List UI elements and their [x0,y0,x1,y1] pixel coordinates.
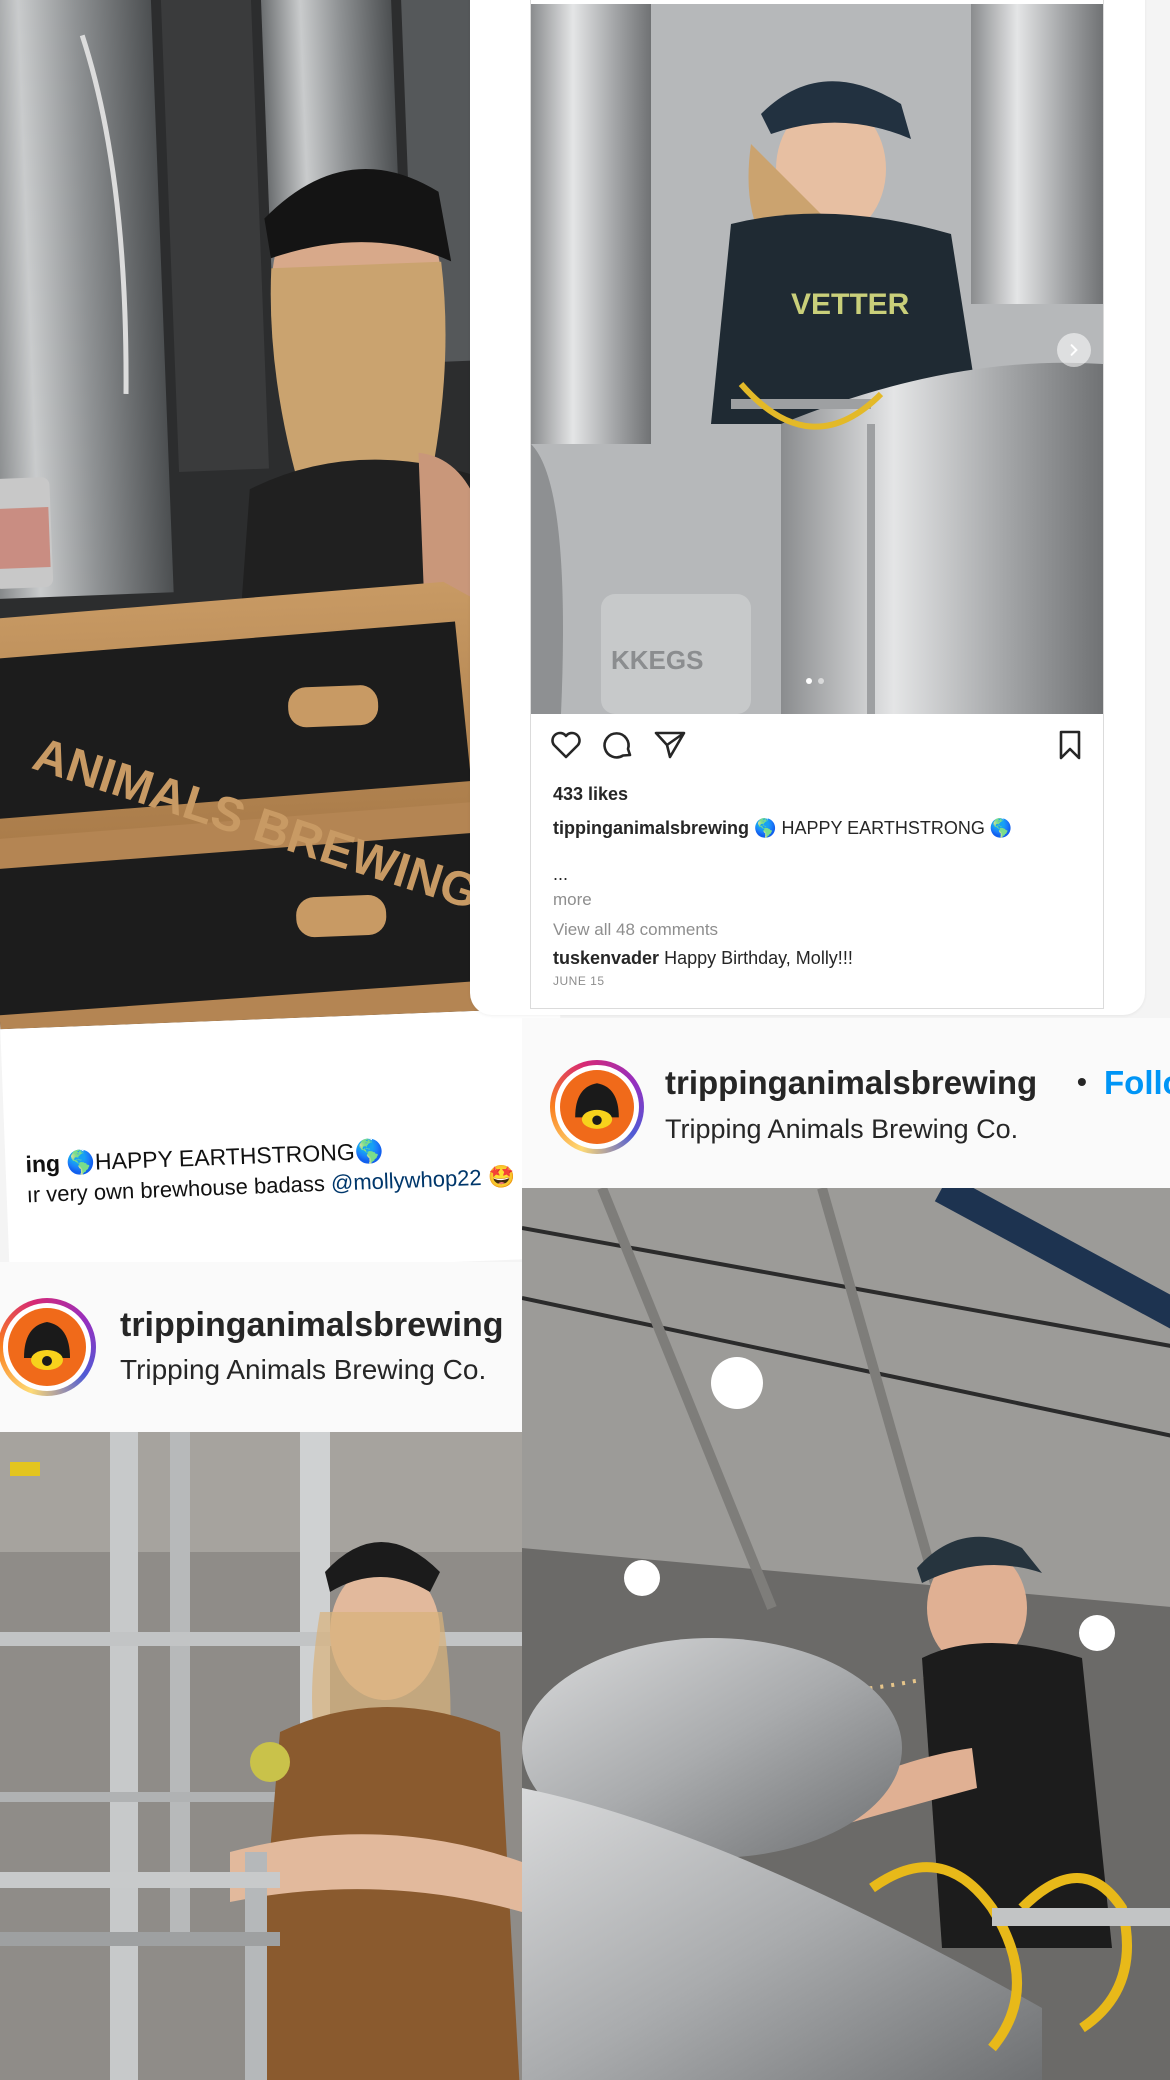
brewer-tanks-illustration: VETTER KKEGS [531,4,1103,714]
carousel-dot [818,678,824,684]
brewer-boxes-illustration: ANIMALS BREWING [0,0,510,1030]
like-count[interactable]: 433 likes [553,784,628,805]
svg-text:KKEGS: KKEGS [611,645,703,675]
post-header-right: trippinganimalsbrewing • Follow Tripping… [522,1018,1170,1188]
follow-button[interactable]: Follow [1104,1064,1170,1102]
heart-icon [551,731,581,759]
share-button[interactable] [653,728,687,762]
post-caption: tippinganimalsbrewing 🌎 HAPPY EARTHSTRON… [553,818,1012,839]
svg-text:VETTER: VETTER [791,288,910,321]
avatar [560,1070,634,1144]
carousel-next-button[interactable] [1057,333,1091,367]
post-photo-brewer-kettle[interactable] [522,1188,1170,2080]
caption-more-link[interactable]: more [553,890,592,910]
header-username[interactable]: trippinganimalsbrewing [120,1306,503,1345]
caption-emoji: 🤩 [487,1163,516,1190]
send-icon [654,731,686,759]
post-header-left: trippinganimalsbrewing Tripping Animals … [0,1262,528,1432]
comment-button[interactable] [601,728,635,762]
post-photo-brewer-overalls[interactable] [0,1432,522,2080]
post-action-bar [549,728,1089,764]
tripping-animals-logo-icon [575,1083,619,1129]
carousel-dots [806,678,824,684]
comment-text: Happy Birthday, Molly!!! [664,948,853,968]
avatar [8,1308,86,1386]
view-all-comments-link[interactable]: View all 48 comments [553,920,718,940]
avatar-border [555,1065,639,1149]
right-post-card: VETTER KKEGS 433 likes tippinganimalsbre… [470,0,1145,1015]
caption-username[interactable]: ing [25,1150,60,1177]
left-post-caption: ing 🌎HAPPY EARTHSTRONG🌎 ır very own brew… [25,1127,587,1211]
caption-ellipsis: ... [553,864,569,884]
chevron-right-icon [1070,344,1078,356]
caption-username[interactable]: tippinganimalsbrewing [553,818,749,838]
tripping-animals-logo-icon [24,1322,70,1370]
bookmark-icon [1059,730,1081,760]
header-username[interactable]: trippinganimalsbrewing [665,1064,1037,1102]
carousel-dot-active [806,678,812,684]
header-fullname: Tripping Animals Brewing Co. [665,1114,1019,1144]
caption-mention-link[interactable]: @mollywhop22 [330,1165,482,1196]
post-photo-brewer-tanks[interactable]: VETTER KKEGS [531,4,1103,714]
header-separator: • [1077,1066,1087,1097]
save-button[interactable] [1053,728,1087,762]
avatar-ring[interactable] [550,1060,644,1154]
collage-canvas: ANIMALS BREWING ing 🌎HAPPY EARTHSTRONG🌎 … [0,0,1170,2080]
avatar-border [3,1303,91,1391]
post-photo-brewer-with-boxes[interactable]: ANIMALS BREWING [0,0,510,1030]
instagram-post: VETTER KKEGS 433 likes tippinganimalsbre… [530,0,1104,1009]
brewer-overalls-illustration [0,1432,522,2080]
caption-text: 🌎 HAPPY EARTHSTRONG 🌎 [754,818,1013,838]
like-button[interactable] [549,728,583,762]
brewer-kettle-illustration [522,1188,1170,2080]
avatar-ring[interactable] [0,1298,96,1396]
comment-icon [603,732,632,759]
header-fullname: Tripping Animals Brewing Co. [120,1354,487,1385]
comment-username[interactable]: tuskenvader [553,948,659,968]
post-date: JUNE 15 [553,974,605,988]
comment-row: tuskenvader Happy Birthday, Molly!!! [553,948,853,969]
